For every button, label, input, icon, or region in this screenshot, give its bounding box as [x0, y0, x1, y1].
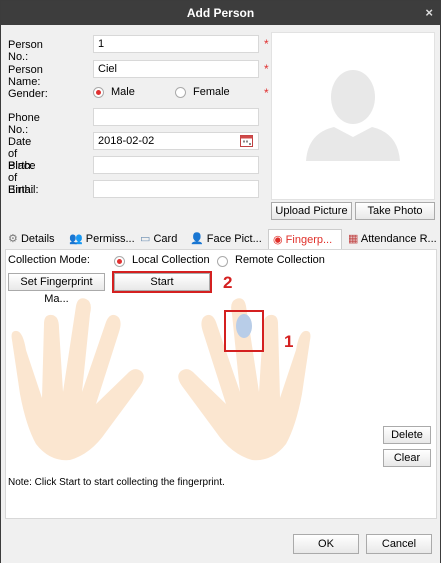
card-icon: ▭	[140, 233, 151, 245]
clear-button[interactable]: Clear	[383, 449, 431, 467]
tab-label: Attendance R...	[360, 233, 437, 245]
remote-collection-label: Remote Collection	[235, 254, 325, 266]
gear-icon: ⚙	[8, 233, 18, 245]
tab-bar: ⚙ Details 👥 Permiss... ▭ Card 👤 Face Pic…	[5, 229, 437, 249]
required-marker: *	[264, 62, 269, 76]
tab-face-picture[interactable]: 👤 Face Pict...	[190, 229, 262, 249]
dob-input[interactable]	[93, 132, 259, 150]
take-photo-button[interactable]: Take Photo	[355, 202, 435, 220]
highlight-box-2	[112, 271, 212, 293]
tab-label: Card	[153, 233, 178, 245]
fingerprint-icon: ◉	[273, 234, 283, 246]
gender-row: Gender: Male Female *	[8, 84, 278, 104]
calendar-icon: ▦	[348, 233, 359, 245]
delete-button[interactable]: Delete	[383, 426, 431, 444]
gender-male-radio[interactable]	[93, 87, 104, 98]
tab-fingerprint[interactable]: ◉ Fingerp...	[268, 229, 342, 249]
person-icon: 👤	[190, 233, 204, 245]
person-no-input[interactable]	[93, 35, 259, 53]
hands-illustration	[11, 298, 311, 461]
annotation-marker-2: 2	[223, 273, 233, 292]
collection-mode-label: Collection Mode:	[8, 254, 90, 266]
tab-attendance[interactable]: ▦ Attendance R...	[348, 229, 437, 249]
place-input[interactable]	[93, 156, 259, 174]
people-icon: 👥	[69, 233, 83, 245]
tab-label: Details	[20, 233, 55, 245]
person-silhouette-icon	[306, 70, 400, 161]
tab-label: Permiss...	[85, 233, 135, 245]
gender-label: Gender:	[8, 88, 48, 100]
phone-input[interactable]	[93, 108, 259, 126]
close-icon[interactable]: ×	[425, 1, 433, 25]
set-fingerprint-machine-button[interactable]: Set Fingerprint Ma...	[8, 273, 105, 305]
local-collection-label: Local Collection	[132, 254, 210, 266]
note-text: Note: Click Start to start collecting th…	[8, 477, 225, 488]
remote-collection-radio[interactable]	[217, 256, 228, 267]
tab-permission[interactable]: 👥 Permiss...	[69, 229, 135, 249]
highlight-box-1	[224, 310, 264, 352]
tab-card[interactable]: ▭ Card	[140, 229, 177, 249]
ok-button[interactable]: OK	[293, 534, 359, 554]
tab-label: Fingerp...	[285, 234, 333, 246]
fingerprint-panel: Collection Mode: Local Collection Remote…	[5, 249, 437, 519]
gender-female-label: Female	[193, 86, 230, 98]
dialog-title: Add Person	[186, 6, 255, 20]
annotation-marker-1: 1	[284, 332, 294, 351]
left-hand-icon	[11, 298, 144, 461]
email-label: Email:	[8, 184, 39, 196]
tab-label: Face Pict...	[206, 233, 262, 245]
gender-female-radio[interactable]	[175, 87, 186, 98]
email-input[interactable]	[93, 180, 259, 198]
phone-label: Phone No.:	[8, 112, 40, 136]
cancel-button[interactable]: Cancel	[366, 534, 432, 554]
title-bar: Add Person ×	[1, 1, 440, 25]
required-marker: *	[264, 86, 269, 100]
local-collection-radio[interactable]	[114, 256, 125, 267]
calendar-icon[interactable]	[240, 134, 253, 147]
dialog-footer: OK Cancel	[1, 521, 440, 563]
upload-picture-button[interactable]: Upload Picture	[271, 202, 352, 220]
person-name-input[interactable]	[93, 60, 259, 78]
photo-preview	[271, 32, 435, 200]
add-person-dialog: Add Person × Person No.: * Person Name: …	[0, 0, 441, 563]
person-no-label: Person No.:	[8, 39, 43, 63]
required-marker: *	[264, 37, 269, 51]
tab-details[interactable]: ⚙ Details	[8, 229, 55, 249]
gender-male-label: Male	[111, 86, 135, 98]
